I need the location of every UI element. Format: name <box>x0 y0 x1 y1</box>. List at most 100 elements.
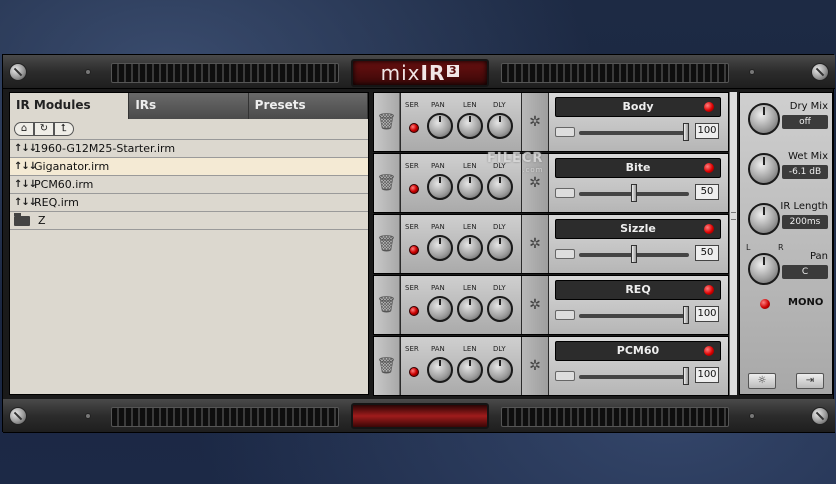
pan-label: PAN <box>431 284 445 292</box>
module-active-led[interactable] <box>704 224 714 234</box>
tab-ir-modules[interactable]: IR Modules <box>10 93 130 119</box>
waveform-icon <box>555 371 575 381</box>
list-item[interactable]: ↑↓↓ REQ.irm <box>10 194 368 212</box>
tab-irs[interactable]: IRs <box>129 93 249 119</box>
tab-presets[interactable]: Presets <box>248 93 368 119</box>
trash-icon[interactable]: 🗑 <box>374 154 400 212</box>
gear-icon[interactable]: ✲ <box>522 337 548 395</box>
dly-knob[interactable] <box>487 235 513 261</box>
pan-knob[interactable] <box>427 113 453 139</box>
dry-mix-knob[interactable] <box>748 103 780 135</box>
module-active-led[interactable] <box>704 102 714 112</box>
module-name[interactable]: REQ <box>555 280 721 300</box>
dly-knob[interactable] <box>487 174 513 200</box>
folder-icon <box>14 212 30 226</box>
module-active-led[interactable] <box>704 285 714 295</box>
len-knob[interactable] <box>457 357 483 383</box>
level-slider[interactable] <box>579 131 689 135</box>
screw-icon <box>9 63 27 81</box>
ser-toggle[interactable] <box>409 184 419 194</box>
ser-toggle[interactable] <box>409 245 419 255</box>
level-slider-thumb[interactable] <box>631 245 637 263</box>
mixir-plugin-window: mixIR 3 IR Modules IRs Presets ⌂ ↻ ⮤ ↑↓↓ … <box>2 54 835 433</box>
file-name: PCM60.irm <box>34 178 94 191</box>
dly-knob[interactable] <box>487 357 513 383</box>
bolt-icon <box>749 413 755 419</box>
len-knob[interactable] <box>457 174 483 200</box>
module-name[interactable]: Sizzle <box>555 219 721 239</box>
vent-grill <box>501 63 729 83</box>
gear-icon[interactable]: ✲ <box>522 93 548 151</box>
ser-toggle[interactable] <box>409 367 419 377</box>
module-active-led[interactable] <box>704 163 714 173</box>
waveform-icon <box>555 127 575 137</box>
dry-mix-value: off <box>782 115 828 129</box>
wet-mix-knob[interactable] <box>748 153 780 185</box>
module-active-led[interactable] <box>704 346 714 356</box>
dly-knob[interactable] <box>487 296 513 322</box>
len-knob[interactable] <box>457 296 483 322</box>
len-knob[interactable] <box>457 235 483 261</box>
pan-knob[interactable] <box>748 253 780 285</box>
list-item[interactable]: ↑↓↓ Giganator.irm <box>10 158 368 176</box>
trash-icon[interactable]: 🗑 <box>374 93 400 151</box>
pan-knob[interactable] <box>427 296 453 322</box>
trash-icon[interactable]: 🗑 <box>374 215 400 273</box>
pan-knob[interactable] <box>427 357 453 383</box>
waveform-icon <box>555 249 575 259</box>
level-slider[interactable] <box>579 314 689 318</box>
pan-label: PAN <box>431 101 445 109</box>
level-value: 50 <box>695 184 719 200</box>
waveform-icon <box>555 310 575 320</box>
list-item[interactable]: Z <box>10 212 368 230</box>
module-name[interactable]: PCM60 <box>555 341 721 361</box>
wet-mix-label: Wet Mix <box>788 151 828 162</box>
level-value: 100 <box>695 306 719 322</box>
ser-label: SER <box>405 223 419 231</box>
module-strip: 🗑 SER PAN LEN DLY ✲ REQ 100 <box>373 275 729 335</box>
browser-nav: ⌂ ↻ ⮤ <box>10 119 368 139</box>
pan-knob[interactable] <box>427 235 453 261</box>
bolt-icon <box>85 413 91 419</box>
list-item[interactable]: ↑↓↓ 1960-G12M25-Starter.irm <box>10 140 368 158</box>
vent-grill <box>111 63 339 83</box>
level-slider-thumb[interactable] <box>683 306 689 324</box>
module-name[interactable]: Bite <box>555 158 721 178</box>
level-value: 100 <box>695 367 719 383</box>
folder-name: Z <box>38 214 46 227</box>
export-button[interactable]: ⇥ <box>796 373 824 389</box>
module-name-text: REQ <box>625 283 651 296</box>
file-name: REQ.irm <box>34 196 79 209</box>
level-slider-thumb[interactable] <box>683 123 689 141</box>
module-name-text: Body <box>622 100 654 113</box>
scroll-grip[interactable] <box>731 212 736 220</box>
gear-icon[interactable]: ✲ <box>522 215 548 273</box>
up-icon[interactable]: ⮤ <box>54 122 74 136</box>
trash-icon[interactable]: 🗑 <box>374 276 400 334</box>
ir-length-knob[interactable] <box>748 203 780 235</box>
level-slider-thumb[interactable] <box>683 367 689 385</box>
ser-toggle[interactable] <box>409 306 419 316</box>
module-name-text: Sizzle <box>620 222 656 235</box>
level-slider-thumb[interactable] <box>631 184 637 202</box>
refresh-icon[interactable]: ↻ <box>34 122 54 136</box>
trash-icon[interactable]: 🗑 <box>374 337 400 395</box>
screw-icon <box>811 63 829 81</box>
gear-icon[interactable]: ✲ <box>522 276 548 334</box>
module-name[interactable]: Body <box>555 97 721 117</box>
home-icon[interactable]: ⌂ <box>14 122 34 136</box>
file-name: Giganator.irm <box>34 160 110 173</box>
irm-file-icon: ↑↓↓ <box>14 143 37 154</box>
ser-toggle[interactable] <box>409 123 419 133</box>
ser-label: SER <box>405 101 419 109</box>
len-label: LEN <box>463 223 477 231</box>
level-slider[interactable] <box>579 375 689 379</box>
mono-led[interactable] <box>760 299 770 309</box>
list-item[interactable]: ↑↓↓ PCM60.irm <box>10 176 368 194</box>
pan-knob[interactable] <box>427 174 453 200</box>
bottom-bar <box>3 399 835 433</box>
dly-knob[interactable] <box>487 113 513 139</box>
module-scrollbar[interactable] <box>729 92 737 395</box>
len-knob[interactable] <box>457 113 483 139</box>
settings-button[interactable]: ☼ <box>748 373 776 389</box>
